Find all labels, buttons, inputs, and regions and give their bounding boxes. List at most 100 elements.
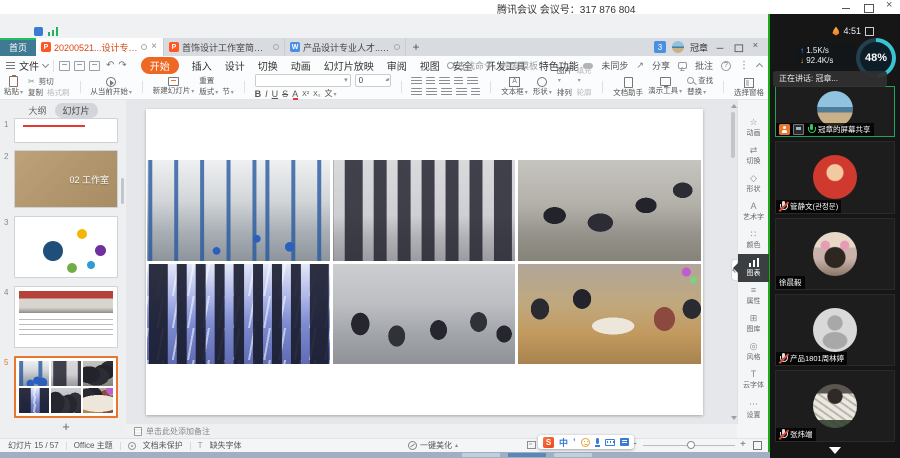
wps-minimize-icon[interactable] <box>715 43 725 52</box>
tab-home[interactable]: 首页 <box>0 38 36 56</box>
expand-icon[interactable] <box>865 27 874 36</box>
indent-increase-icon[interactable] <box>454 77 463 86</box>
taskbar-app[interactable] <box>554 453 592 457</box>
user-name[interactable]: 冠章 <box>690 41 708 54</box>
superscript-button[interactable]: X² <box>302 90 309 99</box>
taskbar-app[interactable] <box>462 453 500 457</box>
replace-button[interactable]: 替换 <box>687 87 706 98</box>
user-avatar[interactable] <box>672 41 684 53</box>
wps-restore-icon[interactable] <box>733 43 743 52</box>
align-left-icon[interactable] <box>411 88 422 97</box>
paste-button[interactable]: 粘贴 <box>4 76 23 98</box>
print-icon[interactable] <box>74 61 85 71</box>
format-painter-button[interactable]: 格式刷 <box>47 88 70 97</box>
align-right-icon[interactable] <box>441 88 452 97</box>
ime-punctuation-icon[interactable]: ’ <box>573 437 576 447</box>
indent-decrease-icon[interactable] <box>439 77 450 86</box>
taskbar-app[interactable] <box>508 453 546 457</box>
collapse-ribbon-icon[interactable] <box>756 63 763 70</box>
align-center-icon[interactable] <box>426 88 437 97</box>
picture-button[interactable]: 图片 <box>557 66 573 86</box>
justify-icon[interactable] <box>456 88 467 97</box>
reset-button[interactable]: 重置 <box>199 76 214 85</box>
subscript-button[interactable]: X₂ <box>313 90 320 99</box>
rail-shapes[interactable]: ◇形状 <box>738 170 769 198</box>
section-button[interactable]: 节 <box>222 87 234 98</box>
menu-design[interactable]: 设计 <box>225 58 245 73</box>
bold-button[interactable]: B <box>255 90 262 99</box>
zoom-in-button[interactable]: + <box>740 440 746 449</box>
tab-slides[interactable]: 幻灯片 <box>55 103 98 118</box>
fit-slide-icon[interactable] <box>753 441 762 450</box>
participant-tile[interactable]: 徐晨毅 <box>775 218 895 290</box>
ime-language-mode[interactable]: 中 <box>559 436 568 449</box>
zoom-slider-knob[interactable] <box>687 441 695 449</box>
rail-chart-selected[interactable]: 图表 <box>738 254 769 282</box>
cut-button[interactable]: 剪切 <box>39 77 54 86</box>
tab-outline[interactable]: 大纲 <box>28 104 46 117</box>
rail-animation[interactable]: ☆动画 <box>738 114 769 142</box>
menu-animation[interactable]: 动画 <box>291 58 311 73</box>
font-size-select[interactable]: 0 <box>355 74 391 87</box>
sogou-ime-icon[interactable]: S <box>543 437 554 448</box>
pin-icon[interactable] <box>394 44 400 50</box>
tab-close-icon[interactable]: × <box>150 42 158 52</box>
slide-thumbnail-3[interactable] <box>14 216 118 278</box>
strikethrough-button[interactable]: S <box>282 90 288 99</box>
scrollbar-handle[interactable] <box>731 112 735 158</box>
slide-photo-1[interactable] <box>147 160 330 261</box>
message-count-badge[interactable]: 3 <box>654 41 666 53</box>
tab-document-3[interactable]: W 产品设计专业人才...20200106 <box>285 38 406 56</box>
beautify-button[interactable]: 一键美化 ▴ <box>408 439 458 452</box>
font-color-button[interactable]: A <box>292 90 298 99</box>
rail-transition[interactable]: ⇄切换 <box>738 142 769 170</box>
sync-status[interactable]: 未同步 <box>601 59 628 72</box>
rail-style[interactable]: ◎风格 <box>738 338 769 366</box>
voice-input-icon[interactable] <box>595 438 600 447</box>
protection-status[interactable]: 文档未保护 <box>143 440 183 451</box>
rail-colors[interactable]: ∷颜色 <box>738 226 769 254</box>
rail-properties[interactable]: ≡属性 <box>738 282 769 310</box>
font-name-select[interactable] <box>255 74 351 87</box>
more-options-icon[interactable]: ⋮ <box>739 60 749 71</box>
find-button[interactable]: 查找 <box>698 76 713 85</box>
line-spacing-icon[interactable] <box>467 77 478 86</box>
slide-photo-4[interactable] <box>147 264 330 365</box>
pin-icon[interactable] <box>273 44 279 50</box>
selection-pane-button[interactable]: 选择窗格 <box>734 78 764 97</box>
italic-button[interactable]: I <box>265 90 268 99</box>
menu-slideshow[interactable]: 幻灯片放映 <box>324 58 374 73</box>
tab-document-1[interactable]: P 20200521...设计专业方向介绍 × <box>36 38 164 56</box>
file-menu[interactable]: 文件 <box>0 58 48 73</box>
rail-settings[interactable]: ⋯设置 <box>738 396 769 424</box>
present-tools-button[interactable]: 演示工具 <box>648 77 682 97</box>
participant-tile[interactable]: 管静文(관정문) <box>775 141 895 214</box>
bullets-icon[interactable] <box>411 77 422 86</box>
menu-transition[interactable]: 切换 <box>258 58 278 73</box>
wps-close-icon[interactable] <box>751 43 761 52</box>
character-button[interactable]: 文 <box>325 89 337 100</box>
slide-photo-6[interactable] <box>518 264 701 365</box>
slide-thumbnail-5-selected[interactable] <box>14 356 118 418</box>
emoji-icon[interactable] <box>581 438 590 447</box>
more-participants-arrow[interactable] <box>829 447 841 454</box>
underline-button[interactable]: U <box>272 90 279 99</box>
copy-button[interactable]: 复制 <box>28 88 43 97</box>
rail-cloud-fonts[interactable]: T云字体 <box>738 366 769 394</box>
text-direction-icon[interactable] <box>471 88 480 97</box>
new-slide-button[interactable]: 新建幻灯片 <box>153 77 195 97</box>
new-tab-button[interactable]: + <box>406 38 426 56</box>
save-icon[interactable] <box>59 61 70 71</box>
slide-photo-3[interactable] <box>518 160 701 261</box>
app-icon[interactable] <box>34 27 43 36</box>
add-slide-button[interactable]: + <box>14 419 118 434</box>
play-from-current-button[interactable]: 从当前开始 <box>90 77 132 98</box>
menu-review[interactable]: 审阅 <box>387 58 407 73</box>
textbox-button[interactable]: A 文本框 <box>501 77 528 98</box>
minimize-icon[interactable] <box>840 2 852 12</box>
slide-thumbnail-4[interactable] <box>14 286 118 348</box>
doc-assistant-button[interactable]: 文档助手 <box>613 77 643 97</box>
slide-thumbnail-2[interactable]: 02 工作室 <box>14 150 118 208</box>
layout-button[interactable]: 版式 <box>199 87 218 98</box>
menu-home[interactable]: 开始 <box>141 57 179 74</box>
